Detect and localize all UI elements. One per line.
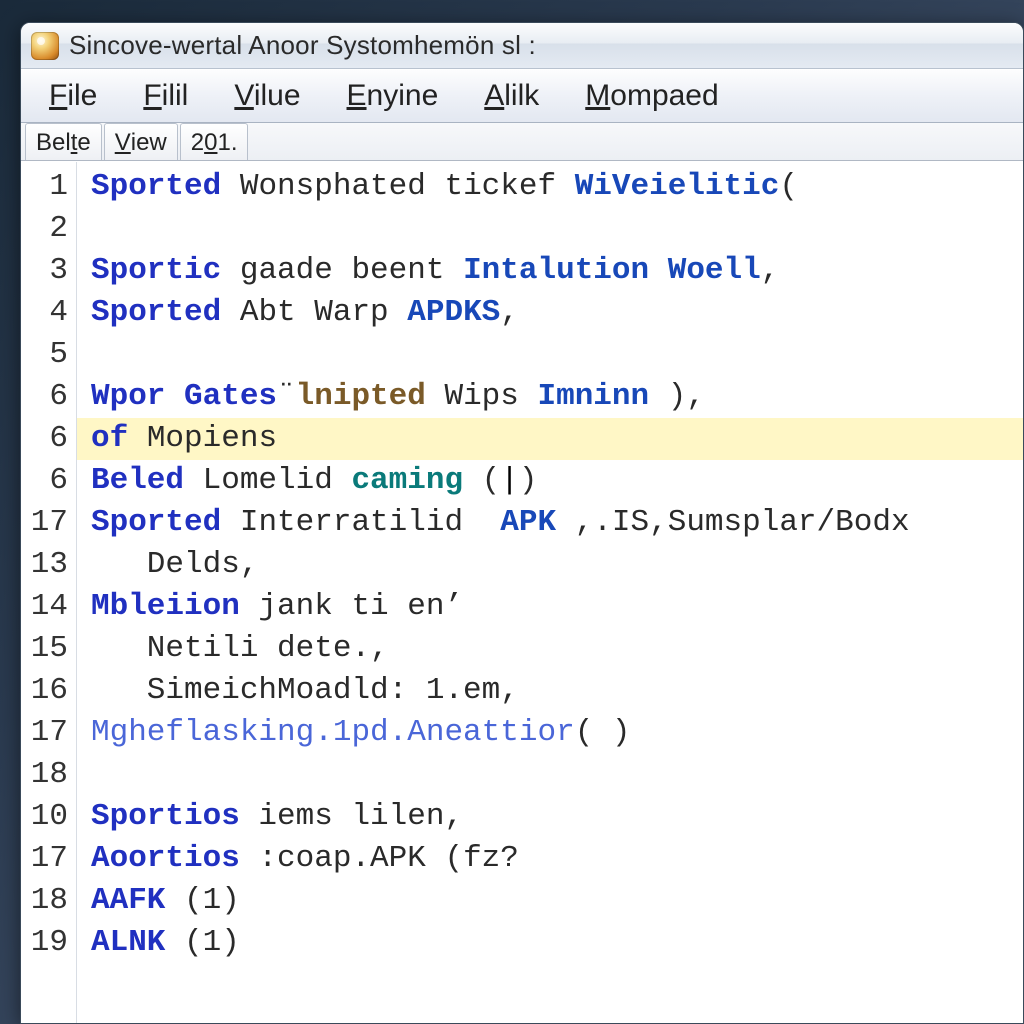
code-line[interactable]: Delds,: [91, 544, 1023, 586]
app-window: Sincove-wertal Anoor Systomhemön sl : Fi…: [20, 22, 1024, 1024]
menu-file[interactable]: File: [43, 75, 103, 117]
code-line[interactable]: Aoortios :coap.APK (fz?: [91, 838, 1023, 880]
line-number: 15: [21, 628, 68, 670]
menu-filil[interactable]: Filil: [137, 75, 194, 117]
tool-201[interactable]: 201.: [180, 123, 249, 160]
code-line[interactable]: Wpor Gates¨lnipted Wips Imninn ),: [91, 376, 1023, 418]
tabstrip: Belte View 201.: [21, 123, 1023, 161]
code-line[interactable]: AAFK (1): [91, 880, 1023, 922]
menu-enyine[interactable]: Enyine: [341, 75, 445, 117]
menu-vilue[interactable]: Vilue: [228, 75, 306, 117]
code-line[interactable]: Sported Abt Warp APDKS,: [91, 292, 1023, 334]
line-number: 3: [21, 250, 68, 292]
code-line[interactable]: SimeichMoadld: 1.em,: [91, 670, 1023, 712]
code-line[interactable]: Sportios iems lilen,: [91, 796, 1023, 838]
line-number: 17: [21, 502, 68, 544]
code-line[interactable]: of Mopiens: [77, 418, 1023, 460]
code-line[interactable]: Sported Wonsphated tickef WiVeielitic(: [91, 166, 1023, 208]
line-number: 6: [21, 376, 68, 418]
line-number: 6: [21, 418, 68, 460]
app-icon: [31, 32, 59, 60]
line-number: 18: [21, 754, 68, 796]
code-line[interactable]: ALNK (1): [91, 922, 1023, 964]
tool-belte[interactable]: Belte: [25, 123, 102, 160]
code-line[interactable]: Mbleiion jank ti en’: [91, 586, 1023, 628]
code-line[interactable]: Sported Interratilid APK ,.IS,Sumsplar/B…: [91, 502, 1023, 544]
line-number: 17: [21, 712, 68, 754]
line-number: 14: [21, 586, 68, 628]
code-line[interactable]: [91, 334, 1023, 376]
code-area[interactable]: Sported Wonsphated tickef WiVeielitic( S…: [77, 162, 1023, 1023]
line-number: 10: [21, 796, 68, 838]
tool-view[interactable]: View: [104, 123, 178, 160]
line-number: 4: [21, 292, 68, 334]
menu-mompaed[interactable]: Mompaed: [579, 75, 724, 117]
code-line[interactable]: Sportic gaade beent Intalution Woell,: [91, 250, 1023, 292]
line-number: 18: [21, 880, 68, 922]
menubar: File Filil Vilue Enyine Alilk Mompaed: [21, 69, 1023, 123]
titlebar[interactable]: Sincove-wertal Anoor Systomhemön sl :: [21, 23, 1023, 69]
code-line[interactable]: Beled Lomelid caming (|): [91, 460, 1023, 502]
line-number: 6: [21, 460, 68, 502]
code-line[interactable]: Mgheflasking.1pd.Aneattior( ): [91, 712, 1023, 754]
line-number: 17: [21, 838, 68, 880]
line-number: 13: [21, 544, 68, 586]
code-line[interactable]: [91, 754, 1023, 796]
line-number-gutter: 123456661713141516171810171819: [21, 162, 77, 1023]
line-number: 2: [21, 208, 68, 250]
code-line[interactable]: [91, 208, 1023, 250]
code-line[interactable]: Netili dete.,: [91, 628, 1023, 670]
line-number: 16: [21, 670, 68, 712]
menu-alilk[interactable]: Alilk: [478, 75, 545, 117]
line-number: 1: [21, 166, 68, 208]
line-number: 5: [21, 334, 68, 376]
line-number: 19: [21, 922, 68, 964]
code-editor[interactable]: 123456661713141516171810171819 Sported W…: [21, 161, 1023, 1023]
window-title: Sincove-wertal Anoor Systomhemön sl :: [69, 30, 536, 61]
